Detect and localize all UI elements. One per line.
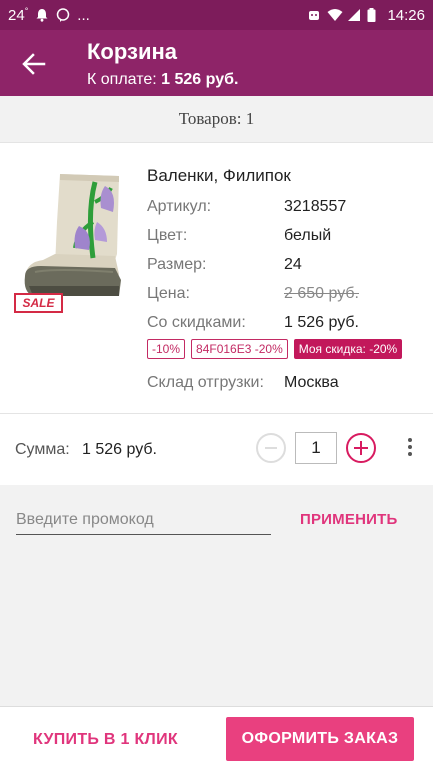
back-arrow-icon[interactable] (20, 50, 48, 78)
signal-icon (347, 8, 361, 22)
clock: 14:26 (387, 6, 425, 24)
sale-badge: SALE (14, 293, 63, 313)
bottom-action-bar: КУПИТЬ В 1 КЛИК ОФОРМИТЬ ЗАКАЗ (0, 706, 433, 770)
total-to-pay-label: К оплате: (87, 71, 157, 88)
apply-promo-button[interactable]: ПРИМЕНИТЬ (300, 511, 397, 528)
buy-one-click-button[interactable]: КУПИТЬ В 1 КЛИК (33, 731, 178, 749)
temperature: 24° (8, 6, 29, 24)
promo-code-input[interactable] (16, 505, 271, 535)
cart-item: SALE Валенки, Филипок Артикул: 3218557 Ц… (0, 142, 433, 485)
product-name[interactable]: Валенки, Филипок (147, 166, 291, 186)
increase-quantity-button[interactable] (346, 433, 376, 463)
my-discount-badge: Моя скидка: -20% (293, 339, 403, 359)
attr-value: белый (284, 227, 332, 244)
quantity-field[interactable]: 1 (295, 432, 337, 464)
attr-label: Размер: (147, 256, 207, 273)
attr-label: Цвет: (147, 227, 188, 244)
attr-value: 24 (284, 256, 302, 273)
bell-icon (35, 8, 49, 22)
attr-value: 3218557 (284, 198, 347, 215)
discount-badge: -10% (147, 339, 186, 359)
discounted-price: 1 526 руб. (284, 314, 359, 331)
old-price: 2 650 руб. (284, 285, 359, 302)
attr-label: Со скидками: (147, 314, 246, 331)
app-bar: Корзина К оплате: 1 526 руб. (0, 30, 433, 96)
sum-value: 1 526 руб. (82, 441, 157, 458)
attr-label: Артикул: (147, 198, 212, 215)
product-image[interactable] (15, 162, 128, 312)
warehouse-value: Москва (284, 374, 339, 391)
more-notifications: ... (77, 6, 90, 24)
divider (0, 413, 433, 414)
status-bar: 24° ... 14:26 (0, 0, 433, 30)
more-options-icon[interactable] (403, 435, 417, 461)
robot-icon (307, 8, 321, 22)
checkout-button[interactable]: ОФОРМИТЬ ЗАКАЗ (226, 717, 414, 761)
warehouse-label: Склад отгрузки: (147, 374, 264, 391)
items-count: Товаров: 1 (0, 96, 433, 142)
promo-code-badge: 84F016E3 -20% (191, 339, 288, 359)
wifi-icon (327, 8, 343, 22)
decrease-quantity-button[interactable] (256, 433, 286, 463)
attr-label: Цена: (147, 285, 190, 302)
total-to-pay-value: 1 526 руб. (161, 71, 239, 88)
viber-icon (56, 8, 70, 22)
discount-badges: -10% 84F016E3 -20% Моя скидка: -20% (147, 339, 403, 359)
page-title: Корзина (87, 39, 177, 64)
sum-label: Сумма: (15, 441, 70, 458)
battery-icon (367, 8, 381, 22)
total-to-pay: К оплате: 1 526 руб. (87, 71, 238, 89)
